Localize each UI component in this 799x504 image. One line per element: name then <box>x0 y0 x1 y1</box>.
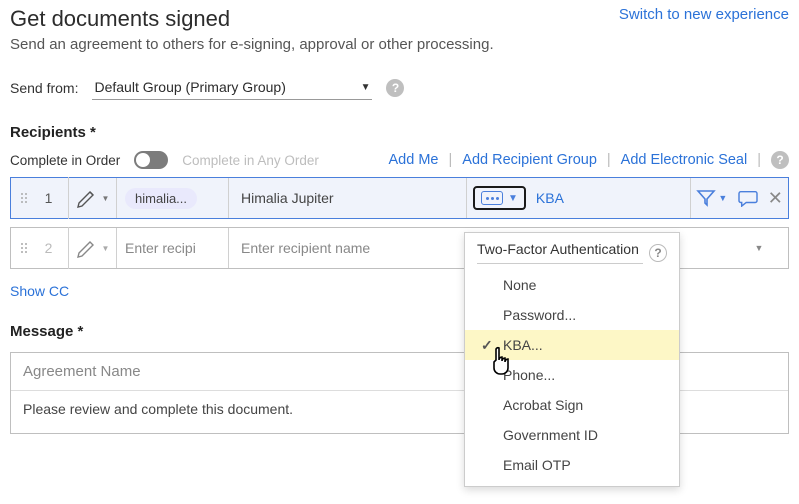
auth-option-password[interactable]: Password... <box>465 300 679 330</box>
remove-recipient-icon[interactable]: ✕ <box>768 188 783 209</box>
chevron-down-icon: ▼ <box>102 194 110 203</box>
auth-option-email-otp[interactable]: Email OTP <box>465 450 679 480</box>
complete-any-order-label: Complete in Any Order <box>182 153 319 168</box>
help-icon[interactable]: ? <box>386 79 404 97</box>
recipient-number: 1 <box>29 177 69 219</box>
add-recipient-group-link[interactable]: Add Recipient Group <box>462 152 597 168</box>
recipient-role-select[interactable]: ▼ <box>69 178 117 218</box>
recipient-email[interactable]: himalia... <box>117 178 229 218</box>
chevron-down-icon: ▼ <box>102 244 110 253</box>
chevron-down-icon[interactable]: ▼ <box>718 193 727 203</box>
send-from-value: Default Group (Primary Group) <box>94 79 285 95</box>
recipient-auth: ▼ KBA <box>466 178 690 218</box>
password-field-icon <box>481 191 503 205</box>
drag-handle-icon[interactable] <box>11 193 29 203</box>
page-subtitle: Send an agreement to others for e-signin… <box>10 36 789 53</box>
drag-handle-icon[interactable] <box>11 243 29 253</box>
order-toggle[interactable] <box>134 151 168 169</box>
recipient-name[interactable]: Himalia Jupiter <box>229 190 466 206</box>
recipient-email-input[interactable]: Enter recipi <box>117 228 229 268</box>
auth-option-government-id[interactable]: Government ID <box>465 420 679 450</box>
recipient-name-input[interactable]: Enter recipient name <box>229 240 466 256</box>
recipients-label: Recipients * <box>10 124 789 141</box>
auth-method-label: KBA <box>536 190 564 206</box>
auth-dropdown-title: Two-Factor Authentication <box>477 241 643 264</box>
send-from-label: Send from: <box>10 80 78 96</box>
add-electronic-seal-link[interactable]: Add Electronic Seal <box>621 152 748 168</box>
page-title: Get documents signed <box>10 6 230 32</box>
add-me-link[interactable]: Add Me <box>389 152 439 168</box>
pen-icon <box>76 237 100 259</box>
recipient-role-select[interactable]: ▼ <box>69 228 117 268</box>
complete-in-order-label: Complete in Order <box>10 153 120 168</box>
filter-icon[interactable] <box>696 189 716 207</box>
auth-method-button[interactable]: ▼ <box>473 186 526 210</box>
help-icon[interactable]: ? <box>771 151 789 169</box>
email-chip[interactable]: himalia... <box>125 188 197 209</box>
recipient-number: 2 <box>29 227 69 269</box>
chevron-down-icon: ▼ <box>361 82 371 93</box>
recipient-row[interactable]: 1 ▼ himalia... Himalia Jupiter ▼ KBA ▼ ✕ <box>10 177 789 219</box>
auth-option-none[interactable]: None <box>465 270 679 300</box>
switch-experience-link[interactable]: Switch to new experience <box>619 6 789 23</box>
chevron-down-icon: ▼ <box>508 193 518 204</box>
chevron-down-icon[interactable]: ▼ <box>755 243 764 253</box>
help-icon[interactable]: ? <box>649 244 667 262</box>
email-placeholder: Enter recipi <box>125 240 196 256</box>
auth-option-acrobat-sign[interactable]: Acrobat Sign <box>465 390 679 420</box>
cursor-pointer-icon <box>490 346 516 382</box>
pen-icon <box>76 187 100 209</box>
message-icon[interactable] <box>738 189 758 207</box>
send-from-select[interactable]: Default Group (Primary Group) ▼ <box>92 75 372 100</box>
